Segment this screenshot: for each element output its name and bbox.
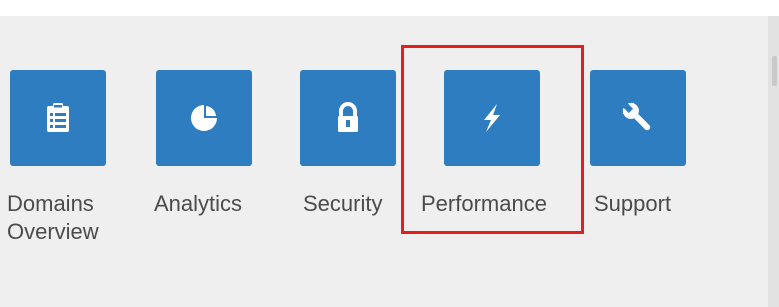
security-button[interactable] bbox=[300, 70, 396, 166]
pie-chart-icon bbox=[184, 98, 224, 138]
scrollbar[interactable] bbox=[768, 16, 779, 307]
highlight-box bbox=[401, 45, 584, 234]
analytics-label[interactable]: Analytics bbox=[154, 190, 242, 218]
domains-overview-label[interactable]: Domains Overview bbox=[7, 190, 99, 246]
wrench-icon bbox=[618, 98, 658, 138]
clipboard-list-icon bbox=[38, 98, 78, 138]
domains-overview-label-line2: Overview bbox=[7, 219, 99, 244]
domains-overview-label-line1: Domains bbox=[7, 191, 94, 216]
scrollbar-thumb[interactable] bbox=[772, 56, 777, 86]
domains-overview-button[interactable] bbox=[10, 70, 106, 166]
lock-icon bbox=[328, 98, 368, 138]
support-button[interactable] bbox=[590, 70, 686, 166]
analytics-button[interactable] bbox=[156, 70, 252, 166]
support-label[interactable]: Support bbox=[594, 190, 671, 218]
security-label[interactable]: Security bbox=[303, 190, 382, 218]
